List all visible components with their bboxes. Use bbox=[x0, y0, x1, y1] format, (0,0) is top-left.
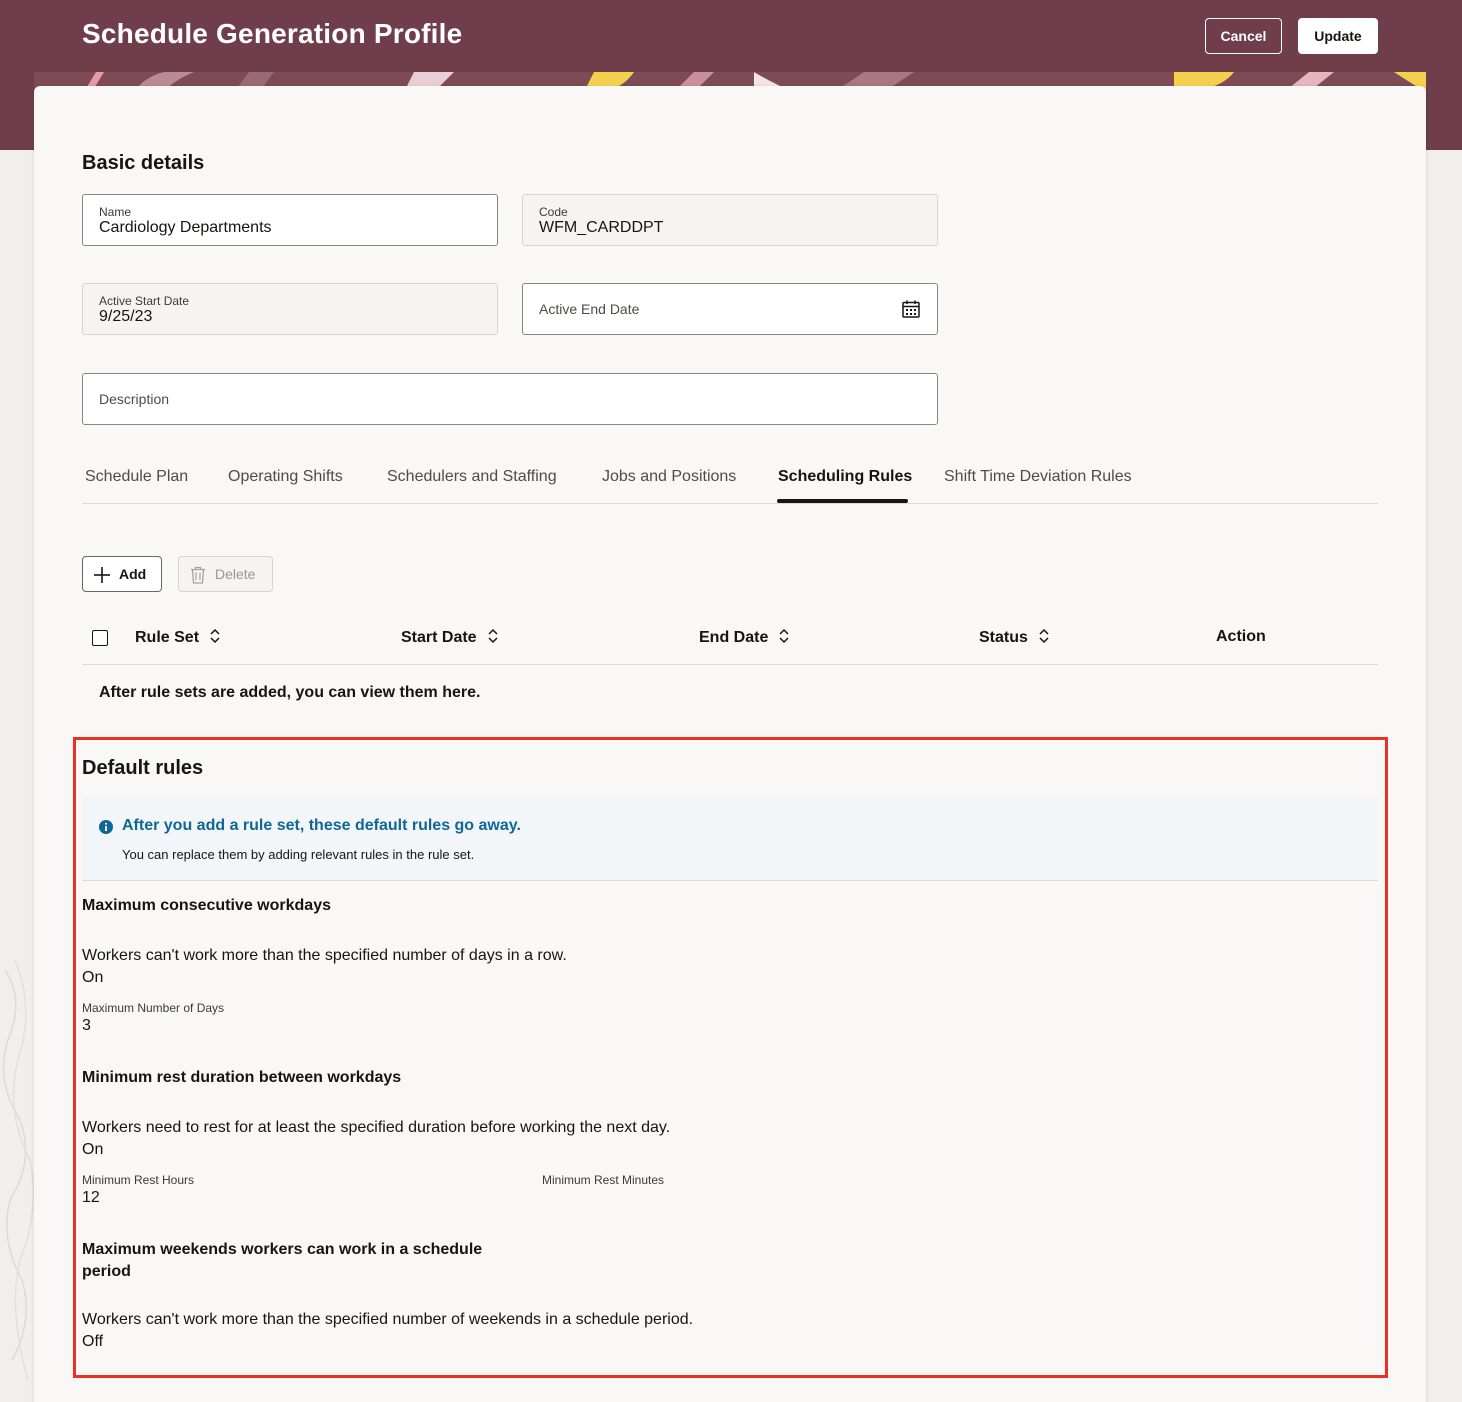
tab-shift-time-deviation-rules[interactable]: Shift Time Deviation Rules bbox=[944, 468, 1132, 486]
add-button-label: Add bbox=[119, 566, 147, 582]
delete-button-label: Delete bbox=[215, 566, 256, 582]
name-value: Cardiology Departments bbox=[99, 219, 272, 236]
delete-button: Delete bbox=[178, 556, 273, 592]
add-button[interactable]: Add bbox=[82, 556, 162, 592]
plus-icon bbox=[94, 567, 110, 583]
tab-operating-shifts[interactable]: Operating Shifts bbox=[228, 468, 343, 486]
page-title: Schedule Generation Profile bbox=[82, 18, 463, 49]
column-start-date-label: Start Date bbox=[401, 629, 477, 646]
active-tab-indicator bbox=[777, 499, 908, 503]
description-field[interactable]: Description bbox=[82, 373, 938, 425]
column-end-date-label: End Date bbox=[699, 629, 769, 646]
sort-icon bbox=[779, 628, 789, 644]
description-placeholder: Description bbox=[99, 391, 170, 407]
name-field[interactable]: Name Cardiology Departments bbox=[82, 194, 498, 246]
cancel-button[interactable]: Cancel bbox=[1205, 18, 1282, 54]
sort-icon bbox=[210, 628, 220, 644]
calendar-icon[interactable] bbox=[901, 299, 921, 319]
active-start-date-label: Active Start Date bbox=[99, 294, 190, 308]
column-end-date[interactable]: End Date bbox=[699, 628, 790, 647]
basic-details-heading: Basic details bbox=[82, 152, 205, 174]
name-label: Name bbox=[99, 205, 132, 219]
tab-schedulers-and-staffing[interactable]: Schedulers and Staffing bbox=[387, 468, 557, 486]
sort-icon bbox=[488, 628, 498, 644]
code-field: Code WFM_CARDDPT bbox=[522, 194, 938, 246]
tab-jobs-and-positions[interactable]: Jobs and Positions bbox=[602, 468, 736, 486]
trash-icon bbox=[191, 566, 205, 584]
tab-schedule-plan[interactable]: Schedule Plan bbox=[85, 468, 188, 486]
column-status-label: Status bbox=[979, 629, 1028, 646]
tab-scheduling-rules[interactable]: Scheduling Rules bbox=[778, 468, 912, 486]
empty-table-message: After rule sets are added, you can view … bbox=[99, 684, 481, 701]
column-rule-set-label: Rule Set bbox=[135, 629, 200, 646]
column-status[interactable]: Status bbox=[979, 628, 1050, 647]
update-button[interactable]: Update bbox=[1298, 18, 1378, 54]
column-rule-set[interactable]: Rule Set bbox=[135, 628, 221, 647]
active-end-date-placeholder: Active End Date bbox=[539, 301, 640, 317]
code-value: WFM_CARDDPT bbox=[539, 219, 664, 236]
sort-icon bbox=[1039, 628, 1049, 644]
tab-bar: Schedule Plan Operating Shifts Scheduler… bbox=[82, 456, 1378, 504]
select-all-checkbox[interactable] bbox=[92, 630, 108, 646]
highlight-box bbox=[73, 737, 1388, 1378]
column-start-date[interactable]: Start Date bbox=[401, 628, 499, 647]
rule-set-table-header: Rule Set Start Date End Date Status Acti… bbox=[82, 612, 1378, 665]
column-action: Action bbox=[1216, 628, 1266, 645]
active-end-date-field[interactable]: Active End Date bbox=[522, 283, 938, 335]
active-start-date-value: 9/25/23 bbox=[99, 308, 153, 325]
code-label: Code bbox=[539, 205, 568, 219]
active-start-date-field: Active Start Date 9/25/23 bbox=[82, 283, 498, 335]
